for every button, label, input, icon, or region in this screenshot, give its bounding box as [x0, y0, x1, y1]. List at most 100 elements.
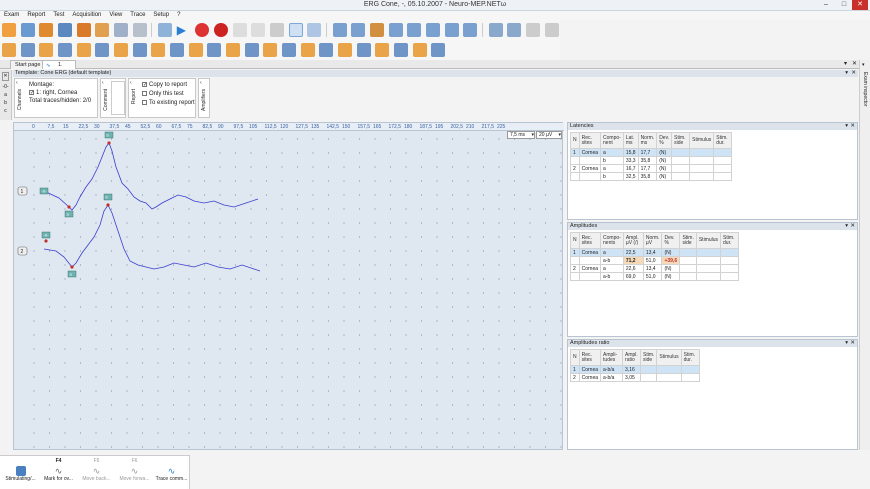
pin-icon[interactable]: ▾	[844, 60, 847, 67]
column-header[interactable]: Stim. dur.	[720, 232, 740, 249]
window-left-icon[interactable]	[526, 23, 541, 37]
column-header[interactable]: N	[570, 232, 580, 249]
column-header[interactable]: Norm. ms	[637, 132, 658, 149]
trace-tool-7-icon[interactable]	[114, 43, 129, 57]
pin-icon[interactable]: ▾	[845, 223, 848, 230]
wave-down-icon[interactable]	[426, 23, 441, 37]
column-header[interactable]: Stimulus	[656, 349, 682, 366]
menu-setup[interactable]: Setup	[149, 11, 173, 20]
close-button[interactable]: ✕	[852, 0, 868, 10]
trace-tool-9-icon[interactable]	[151, 43, 166, 57]
export-icon[interactable]	[132, 23, 147, 37]
trace-comment-button[interactable]: ∿ Trace comm...	[153, 458, 190, 488]
only-this-test-option[interactable]: Only this test	[142, 91, 184, 97]
marker-b-tool[interactable]: b	[0, 99, 11, 107]
superimpose-icon[interactable]	[307, 23, 322, 37]
stop-record-icon[interactable]	[214, 23, 229, 37]
cursor-icon[interactable]	[351, 23, 366, 37]
report-icon[interactable]	[95, 23, 110, 37]
maximize-button[interactable]: □	[836, 0, 852, 10]
column-header[interactable]: Stim. side	[671, 132, 691, 149]
table-row[interactable]: 1 Cornea a 22,5 13,4 (N)	[570, 248, 740, 257]
panel-close-icon[interactable]: ✕	[850, 340, 855, 347]
trace-tool-11-icon[interactable]	[188, 43, 203, 57]
mark-for-overlay-button[interactable]: F4 ∿ Mark for ov...	[40, 458, 77, 488]
menu-trace[interactable]: Trace	[126, 11, 149, 20]
trace-tool-23-icon[interactable]	[412, 43, 427, 57]
checkbox-icon[interactable]	[142, 91, 147, 96]
collapse-icon[interactable]: ‹	[130, 80, 132, 86]
comment-input[interactable]	[111, 81, 125, 115]
table-row[interactable]: a-b 69,0 51,0 (N)	[570, 272, 740, 281]
trace-tool-6-icon[interactable]	[95, 43, 110, 57]
trace-tool-14-icon[interactable]	[244, 43, 259, 57]
trace-tool-16-icon[interactable]	[282, 43, 297, 57]
window-split-icon[interactable]	[507, 23, 522, 37]
minimize-button[interactable]: –	[818, 0, 834, 10]
trace-tool-2-icon[interactable]	[20, 43, 35, 57]
window-right-icon[interactable]	[544, 23, 559, 37]
play-icon[interactable]: ▶	[177, 23, 191, 37]
trace-tool-10-icon[interactable]	[170, 43, 185, 57]
column-header[interactable]: Stim. side	[679, 232, 697, 249]
new-exam-icon[interactable]	[2, 23, 16, 37]
checkbox-icon[interactable]: ✓	[29, 90, 34, 96]
trace-tool-3-icon[interactable]	[39, 43, 54, 57]
column-header[interactable]: Stimulus	[689, 132, 715, 149]
column-header[interactable]: Compo-nent	[600, 132, 624, 149]
window-icon[interactable]	[488, 23, 503, 37]
menu-view[interactable]: View	[105, 11, 126, 20]
copy-to-report-option[interactable]: ✓ Copy to report	[142, 82, 187, 88]
column-header[interactable]: Dev. %	[661, 232, 681, 249]
to-existing-report-option[interactable]: To existing report	[142, 100, 195, 106]
settings-icon[interactable]	[158, 23, 173, 37]
table-row[interactable]: 1 Cornea a 15,8 17,7 (N)	[570, 148, 733, 157]
column-header[interactable]: Rec. sites	[578, 349, 602, 366]
move-forward-button[interactable]: F6 ∿ Move forwa...	[116, 458, 153, 488]
collapse-icon[interactable]: ‹	[16, 80, 18, 86]
column-header[interactable]: N	[570, 132, 580, 149]
panel-close-icon[interactable]: ✕	[850, 223, 855, 230]
folder-icon[interactable]	[39, 23, 54, 37]
exam-inspector-strip[interactable]: ▾ Exam inspector	[859, 60, 870, 450]
open-exam-icon[interactable]	[20, 23, 35, 37]
table-row[interactable]: b 32,5 35,8 (N)	[570, 172, 733, 181]
trace-tool-19-icon[interactable]	[338, 43, 353, 57]
trace-tool-13-icon[interactable]	[226, 43, 241, 57]
wave-icon[interactable]	[407, 23, 422, 37]
column-header[interactable]: Compo-nents	[600, 232, 624, 249]
patient-icon[interactable]	[76, 23, 91, 37]
trace-tool-5-icon[interactable]	[76, 43, 91, 57]
trace-tool-1-icon[interactable]	[2, 43, 16, 57]
filter-icon[interactable]	[388, 23, 403, 37]
pin-icon[interactable]: ▾	[845, 123, 848, 130]
pin-icon[interactable]: ▾	[845, 70, 848, 77]
column-header[interactable]: N	[570, 349, 580, 366]
trace-tool-17-icon[interactable]	[300, 43, 315, 57]
column-header[interactable]: Stim. dur.	[713, 132, 733, 149]
trace-plot[interactable]: 0 7,5 15 22,5 30 37,5 45 52,5 60 67,5 75 82,5 90 97,5…	[13, 122, 564, 450]
panel-close-icon[interactable]: ✕	[850, 123, 855, 130]
trace-tool-21-icon[interactable]	[375, 43, 390, 57]
menu-help[interactable]: ?	[173, 11, 184, 20]
stimulating-button[interactable]: Stimulating/...	[2, 458, 39, 488]
menu-acquisition[interactable]: Acquisition	[68, 11, 105, 20]
print-icon[interactable]	[114, 23, 129, 37]
single-shot-icon[interactable]	[270, 23, 285, 37]
marker-icon[interactable]	[332, 23, 347, 37]
column-header[interactable]: Lat. ms	[622, 132, 639, 149]
marker-c-tool[interactable]: c	[0, 107, 11, 115]
column-header[interactable]: Ampli-tudes	[600, 349, 624, 366]
column-header[interactable]: Dev. %	[656, 132, 673, 149]
column-header[interactable]: Rec. sites	[578, 132, 602, 149]
menu-test[interactable]: Test	[49, 11, 68, 20]
column-header[interactable]: Stimulus	[695, 232, 722, 249]
column-header[interactable]: Ampl. ratio	[622, 349, 642, 366]
table-row[interactable]: 2 Cornea a 16,7 17,7 (N)	[570, 164, 733, 173]
menu-exam[interactable]: Exam	[0, 11, 23, 20]
tab-cone-erg[interactable]: ∿ 1. Cone ERG	[42, 60, 76, 86]
checkbox-icon[interactable]	[142, 100, 147, 105]
table-row[interactable]: b 33,3 35,8 (N)	[570, 156, 733, 165]
collapse-icon[interactable]: ‹	[102, 80, 104, 86]
pin-icon[interactable]: ▾	[845, 340, 848, 347]
